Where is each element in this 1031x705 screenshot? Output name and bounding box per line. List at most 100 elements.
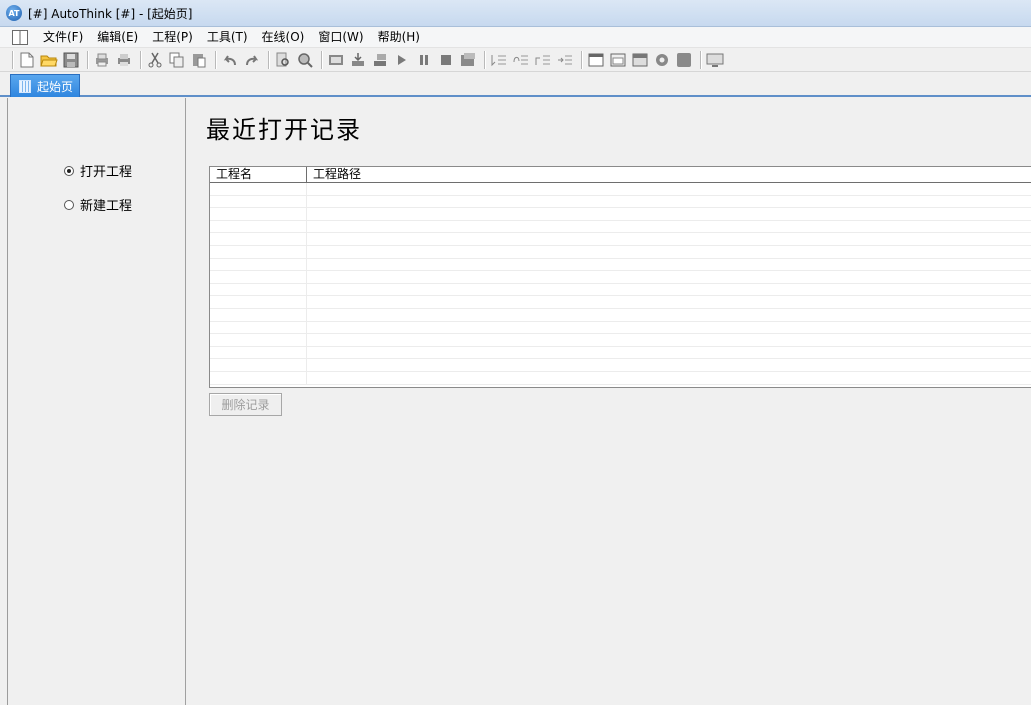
table-row[interactable]: [210, 346, 1031, 360]
redo-icon[interactable]: [242, 50, 262, 70]
open-project-option[interactable]: 打开工程: [64, 161, 132, 180]
cell-project-name: [210, 245, 307, 258]
cell-project-name: [210, 283, 307, 296]
column-header-project-path[interactable]: 工程路径: [307, 167, 1031, 182]
table-row[interactable]: [210, 183, 1031, 196]
cell-project-name: [210, 195, 307, 208]
indent-icon[interactable]: [555, 50, 575, 70]
stop-icon[interactable]: [436, 50, 456, 70]
cell-project-name: [210, 220, 307, 233]
document-menu-icon[interactable]: [12, 29, 28, 45]
cell-project-path: [307, 259, 1031, 271]
undo-icon[interactable]: [220, 50, 240, 70]
cell-project-path: [307, 347, 1031, 359]
app-logo-icon: AT: [6, 5, 22, 21]
window-layout-3-icon[interactable]: [630, 50, 650, 70]
cell-project-name: [210, 271, 307, 283]
menu-help[interactable]: 帮助(H): [371, 28, 427, 47]
start-page-content: 打开工程 新建工程 最近打开记录 工程名 工程路径 删除记录: [7, 98, 1031, 705]
cell-project-name: [210, 233, 307, 245]
toolbar: [0, 48, 1031, 72]
table-row[interactable]: [210, 371, 1031, 385]
page-title: 最近打开记录: [206, 116, 362, 144]
cell-project-path: [307, 221, 1031, 233]
cell-project-name: [210, 321, 307, 334]
print-icon[interactable]: [92, 50, 112, 70]
table-row[interactable]: [210, 245, 1031, 259]
cell-project-name: [210, 258, 307, 271]
menu-file[interactable]: 文件(F): [36, 28, 90, 47]
delete-record-button[interactable]: 删除记录: [209, 393, 282, 416]
menu-bar: 文件(F) 编辑(E) 工程(P) 工具(T) 在线(O) 窗口(W) 帮助(H…: [0, 27, 1031, 48]
cell-project-name: [210, 346, 307, 359]
title-bar: AT [#] AutoThink [#] - [起始页]: [0, 0, 1031, 27]
menu-tools[interactable]: 工具(T): [200, 28, 255, 47]
left-pane: 打开工程 新建工程: [8, 98, 186, 705]
cell-project-path: [307, 271, 1031, 283]
table-row[interactable]: [210, 220, 1031, 234]
cell-project-name: [210, 371, 307, 384]
table-row[interactable]: [210, 321, 1031, 335]
menu-edit[interactable]: 编辑(E): [90, 28, 145, 47]
cell-project-path: [307, 359, 1031, 371]
save-icon[interactable]: [61, 50, 81, 70]
column-header-project-name[interactable]: 工程名: [210, 167, 307, 182]
recent-projects-table[interactable]: 工程名 工程路径: [209, 166, 1031, 388]
search-icon[interactable]: [295, 50, 315, 70]
online-monitor-icon[interactable]: [458, 50, 478, 70]
open-project-radio[interactable]: [64, 165, 74, 176]
tab-start-page[interactable]: 起始页: [10, 74, 80, 97]
step-into-icon[interactable]: [489, 50, 509, 70]
cell-project-path: [307, 372, 1031, 384]
find-replace-icon[interactable]: [273, 50, 293, 70]
menu-window[interactable]: 窗口(W): [311, 28, 370, 47]
cell-project-name: [210, 308, 307, 321]
window-layout-2-icon[interactable]: [608, 50, 628, 70]
pause-icon[interactable]: [414, 50, 434, 70]
cell-project-path: [307, 334, 1031, 346]
table-row[interactable]: [210, 271, 1031, 284]
step-out-icon[interactable]: [533, 50, 553, 70]
table-row[interactable]: [210, 233, 1031, 246]
table-row[interactable]: [210, 195, 1031, 209]
menu-project[interactable]: 工程(P): [145, 28, 200, 47]
cell-project-path: [307, 196, 1031, 208]
paste-icon[interactable]: [189, 50, 209, 70]
menu-online[interactable]: 在线(O): [255, 28, 312, 47]
window-title: [#] AutoThink [#] - [起始页]: [28, 6, 193, 21]
cell-project-path: [307, 246, 1031, 258]
panel-icon[interactable]: [674, 50, 694, 70]
table-row[interactable]: [210, 258, 1031, 272]
copy-icon[interactable]: [167, 50, 187, 70]
new-project-radio[interactable]: [64, 199, 74, 210]
cell-project-name: [210, 296, 307, 308]
run-icon[interactable]: [392, 50, 412, 70]
open-folder-icon[interactable]: [39, 50, 59, 70]
cell-project-path: [307, 183, 1031, 195]
cell-project-path: [307, 296, 1031, 308]
print-preview-icon[interactable]: [114, 50, 134, 70]
compile-icon[interactable]: [326, 50, 346, 70]
new-file-icon[interactable]: [17, 50, 37, 70]
download-icon[interactable]: [348, 50, 368, 70]
table-row[interactable]: [210, 283, 1031, 297]
new-project-option[interactable]: 新建工程: [64, 195, 132, 214]
table-row[interactable]: [210, 359, 1031, 372]
cut-icon[interactable]: [145, 50, 165, 70]
cell-project-path: [307, 233, 1031, 245]
cell-project-name: [210, 359, 307, 371]
new-project-label: 新建工程: [80, 199, 133, 214]
step-over-icon[interactable]: [511, 50, 531, 70]
document-tab-strip: 起始页: [0, 72, 1031, 97]
open-project-label: 打开工程: [80, 165, 133, 180]
table-row[interactable]: [210, 296, 1031, 309]
settings-icon[interactable]: [652, 50, 672, 70]
table-row[interactable]: [210, 208, 1031, 221]
table-body: [210, 183, 1031, 385]
table-row[interactable]: [210, 334, 1031, 347]
window-layout-1-icon[interactable]: [586, 50, 606, 70]
upload-icon[interactable]: [370, 50, 390, 70]
start-page-icon: [19, 79, 31, 93]
table-row[interactable]: [210, 308, 1031, 322]
monitor-icon[interactable]: [705, 50, 725, 70]
